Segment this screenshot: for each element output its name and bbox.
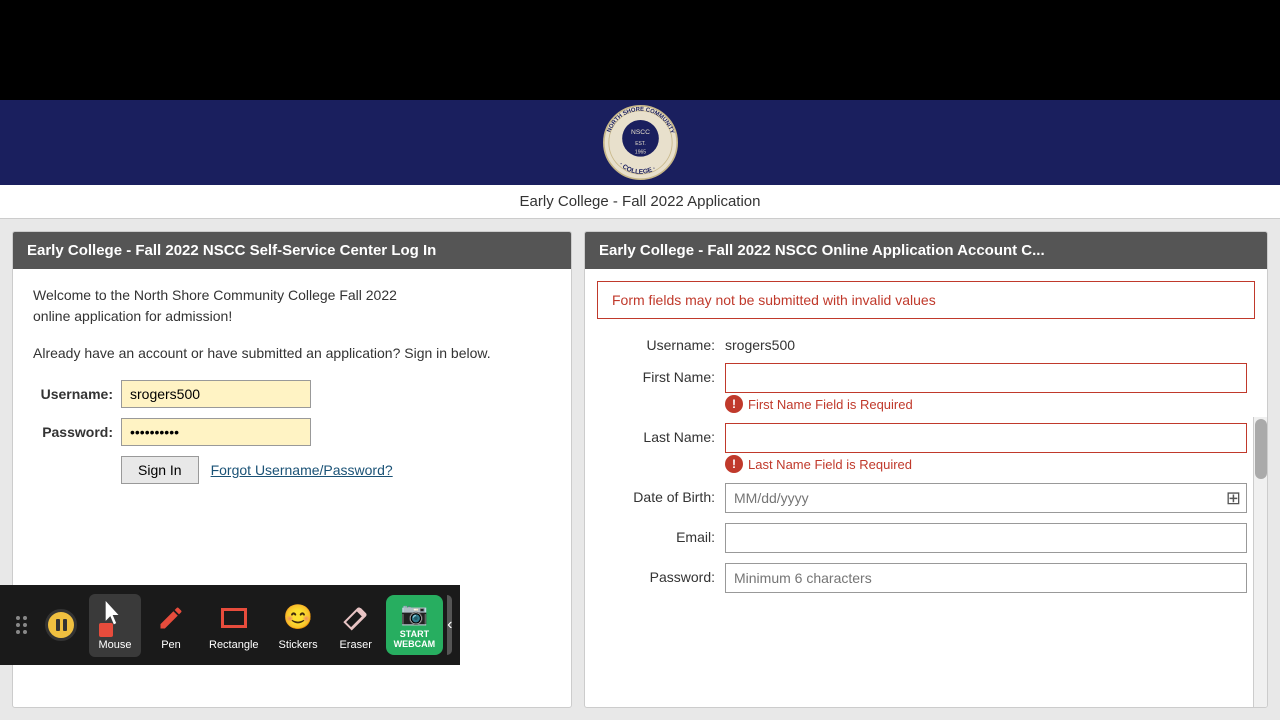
last-name-error-icon: ! — [725, 455, 743, 473]
forgot-password-link[interactable]: Forgot Username/Password? — [211, 462, 393, 478]
welcome-text: Welcome to the North Shore Community Col… — [33, 285, 551, 327]
mouse-label: Mouse — [98, 639, 131, 651]
rectangle-tool-button[interactable]: Rectangle — [201, 594, 267, 657]
eraser-label: Eraser — [339, 639, 371, 651]
right-panel-header: Early College - Fall 2022 NSCC Online Ap… — [585, 232, 1267, 269]
rectangle-icon — [216, 600, 252, 636]
first-name-error: ! First Name Field is Required — [725, 395, 1247, 413]
stickers-label: Stickers — [279, 639, 318, 651]
error-banner: Form fields may not be submitted with in… — [597, 281, 1255, 319]
left-panel-header: Early College - Fall 2022 NSCC Self-Serv… — [13, 232, 571, 269]
right-password-input[interactable] — [725, 563, 1247, 593]
scrollbar[interactable] — [1253, 417, 1267, 708]
account-prompt: Already have an account or have submitte… — [33, 343, 551, 364]
right-username-value: srogers500 — [725, 331, 1247, 353]
username-label: Username: — [33, 386, 113, 402]
pen-label: Pen — [161, 639, 181, 651]
right-password-label: Password: — [605, 563, 715, 585]
mouse-icon — [97, 600, 133, 636]
dob-input[interactable] — [725, 483, 1247, 513]
username-input[interactable] — [121, 380, 311, 408]
right-email-label: Email: — [605, 523, 715, 545]
svg-text:NSCC: NSCC — [631, 129, 650, 136]
page-title: Early College - Fall 2022 Application — [0, 185, 1280, 219]
password-input[interactable] — [121, 418, 311, 446]
last-name-error: ! Last Name Field is Required — [725, 455, 1247, 473]
calendar-icon[interactable]: ⊞ — [1226, 488, 1241, 509]
password-label: Password: — [33, 424, 113, 440]
right-lastname-label: Last Name: — [605, 423, 715, 445]
login-form: Username: Password: Sign In Forgot Usern… — [33, 380, 551, 484]
pen-icon — [153, 600, 189, 636]
stickers-tool-button[interactable]: 😊 Stickers — [271, 594, 326, 657]
collapse-icon: ‹ — [447, 616, 452, 634]
first-name-error-icon: ! — [725, 395, 743, 413]
right-username-label: Username: — [605, 331, 715, 353]
eraser-tool-button[interactable]: Eraser — [330, 594, 382, 657]
email-input[interactable] — [725, 523, 1247, 553]
right-firstname-label: First Name: — [605, 363, 715, 385]
last-name-input[interactable] — [725, 423, 1247, 453]
svg-text:1965: 1965 — [634, 149, 645, 155]
signin-button[interactable]: Sign In — [121, 456, 199, 484]
first-name-input[interactable] — [725, 363, 1247, 393]
eraser-icon — [338, 600, 374, 636]
right-dob-label: Date of Birth: — [605, 483, 715, 505]
rectangle-label: Rectangle — [209, 639, 259, 651]
toolbar: Mouse Pen Rectangle 😊 Stickers — [0, 585, 460, 665]
stickers-icon: 😊 — [280, 600, 316, 636]
mouse-tool-button[interactable]: Mouse — [89, 594, 141, 657]
webcam-label: START WEBCAM — [394, 629, 435, 649]
webcam-icon: 📷 — [401, 601, 428, 627]
webcam-button[interactable]: 📷 START WEBCAM — [386, 595, 443, 655]
toolbar-handle[interactable] — [10, 616, 33, 634]
svg-text:EST.: EST. — [635, 141, 646, 147]
pause-button[interactable] — [37, 603, 85, 647]
scrollbar-thumb[interactable] — [1255, 419, 1267, 479]
toolbar-collapse-button[interactable]: ‹ — [447, 595, 452, 655]
college-seal-logo: NORTH SHORE COMMUNITY · COLLEGE · NSCC E… — [598, 105, 683, 180]
pen-tool-button[interactable]: Pen — [145, 594, 197, 657]
